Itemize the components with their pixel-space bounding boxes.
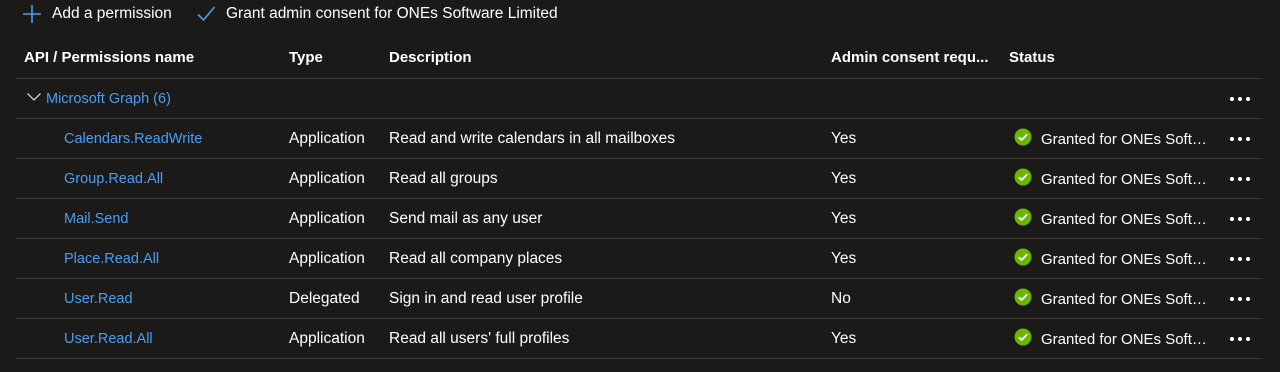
- more-dots-icon[interactable]: [1228, 89, 1252, 109]
- status-text: Granted for ONEs Software Limited: [1041, 331, 1213, 348]
- more-dots-icon[interactable]: [1228, 209, 1252, 229]
- check-circle-icon: [1014, 168, 1032, 191]
- permission-description: Read all company places: [389, 250, 563, 267]
- permission-type: Delegated: [289, 290, 360, 307]
- check-circle-icon: [1014, 288, 1032, 311]
- permission-type: Application: [289, 170, 365, 187]
- permission-name-link[interactable]: Mail.Send: [64, 211, 128, 227]
- group-toggle[interactable]: Microsoft Graph (6): [26, 90, 171, 108]
- permission-name-link[interactable]: User.Read.All: [64, 331, 153, 347]
- grant-admin-consent-label: Grant admin consent for ONEs Software Li…: [226, 5, 558, 22]
- column-header-description[interactable]: Description: [389, 49, 472, 66]
- permissions-table: API / Permissions name Type Description …: [16, 38, 1262, 359]
- status-cell: Granted for ONEs Software Limited: [1014, 128, 1213, 151]
- permission-description: Read all groups: [389, 170, 498, 187]
- status-text: Granted for ONEs Software Limited: [1041, 211, 1213, 228]
- table-row: User.Read.All Application Read all users…: [16, 319, 1262, 359]
- table-row: User.Read Delegated Sign in and read use…: [16, 279, 1262, 319]
- command-bar: Add a permission Grant admin consent for…: [0, 0, 1280, 28]
- column-header-admin-consent[interactable]: Admin consent requ...: [831, 49, 989, 66]
- permission-description: Sign in and read user profile: [389, 290, 583, 307]
- table-row: Place.Read.All Application Read all comp…: [16, 239, 1262, 279]
- table-header: API / Permissions name Type Description …: [16, 38, 1262, 79]
- table-row: Group.Read.All Application Read all grou…: [16, 159, 1262, 199]
- permission-name-link[interactable]: Place.Read.All: [64, 251, 159, 267]
- more-dots-icon[interactable]: [1228, 169, 1252, 189]
- group-label: Microsoft Graph (6): [46, 91, 171, 107]
- check-circle-icon: [1014, 128, 1032, 151]
- permission-description: Read and write calendars in all mailboxe…: [389, 130, 676, 147]
- admin-consent-required: Yes: [831, 330, 857, 347]
- admin-consent-required: Yes: [831, 130, 857, 147]
- status-text: Granted for ONEs Software Limited: [1041, 251, 1213, 268]
- add-permission-button[interactable]: Add a permission: [22, 0, 172, 28]
- status-cell: Granted for ONEs Software Limited: [1014, 248, 1213, 271]
- more-dots-icon[interactable]: [1228, 249, 1252, 269]
- permission-name-link[interactable]: Group.Read.All: [64, 171, 163, 187]
- check-circle-icon: [1014, 248, 1032, 271]
- status-cell: Granted for ONEs Software Limited: [1014, 288, 1213, 311]
- permission-description: Read all users' full profiles: [389, 330, 570, 347]
- admin-consent-required: Yes: [831, 210, 857, 227]
- checkmark-icon: [196, 4, 216, 24]
- permission-name-link[interactable]: Calendars.ReadWrite: [64, 131, 202, 147]
- check-circle-icon: [1014, 208, 1032, 231]
- chevron-down-icon: [26, 90, 46, 108]
- status-cell: Granted for ONEs Software Limited: [1014, 328, 1213, 351]
- admin-consent-required: No: [831, 290, 851, 307]
- permission-name-link[interactable]: User.Read: [64, 291, 133, 307]
- permission-type: Application: [289, 330, 365, 347]
- column-header-type[interactable]: Type: [289, 49, 323, 66]
- more-dots-icon[interactable]: [1228, 129, 1252, 149]
- group-row-microsoft-graph: Microsoft Graph (6): [16, 79, 1262, 119]
- more-dots-icon[interactable]: [1228, 289, 1252, 309]
- admin-consent-required: Yes: [831, 170, 857, 187]
- permission-type: Application: [289, 130, 365, 147]
- column-header-name[interactable]: API / Permissions name: [24, 49, 194, 66]
- add-permission-label: Add a permission: [52, 5, 172, 22]
- status-text: Granted for ONEs Software Limited: [1041, 291, 1213, 308]
- status-text: Granted for ONEs Software Limited: [1041, 131, 1213, 148]
- permission-description: Send mail as any user: [389, 210, 543, 227]
- table-row: Mail.Send Application Send mail as any u…: [16, 199, 1262, 239]
- check-circle-icon: [1014, 328, 1032, 351]
- table-row: Calendars.ReadWrite Application Read and…: [16, 119, 1262, 159]
- grant-admin-consent-button[interactable]: Grant admin consent for ONEs Software Li…: [196, 0, 558, 28]
- permission-type: Application: [289, 210, 365, 227]
- status-cell: Granted for ONEs Software Limited: [1014, 208, 1213, 231]
- more-dots-icon[interactable]: [1228, 329, 1252, 349]
- status-cell: Granted for ONEs Software Limited: [1014, 168, 1213, 191]
- admin-consent-required: Yes: [831, 250, 857, 267]
- permission-type: Application: [289, 250, 365, 267]
- status-text: Granted for ONEs Software Limited: [1041, 171, 1213, 188]
- plus-icon: [22, 4, 42, 24]
- column-header-status[interactable]: Status: [1009, 49, 1055, 66]
